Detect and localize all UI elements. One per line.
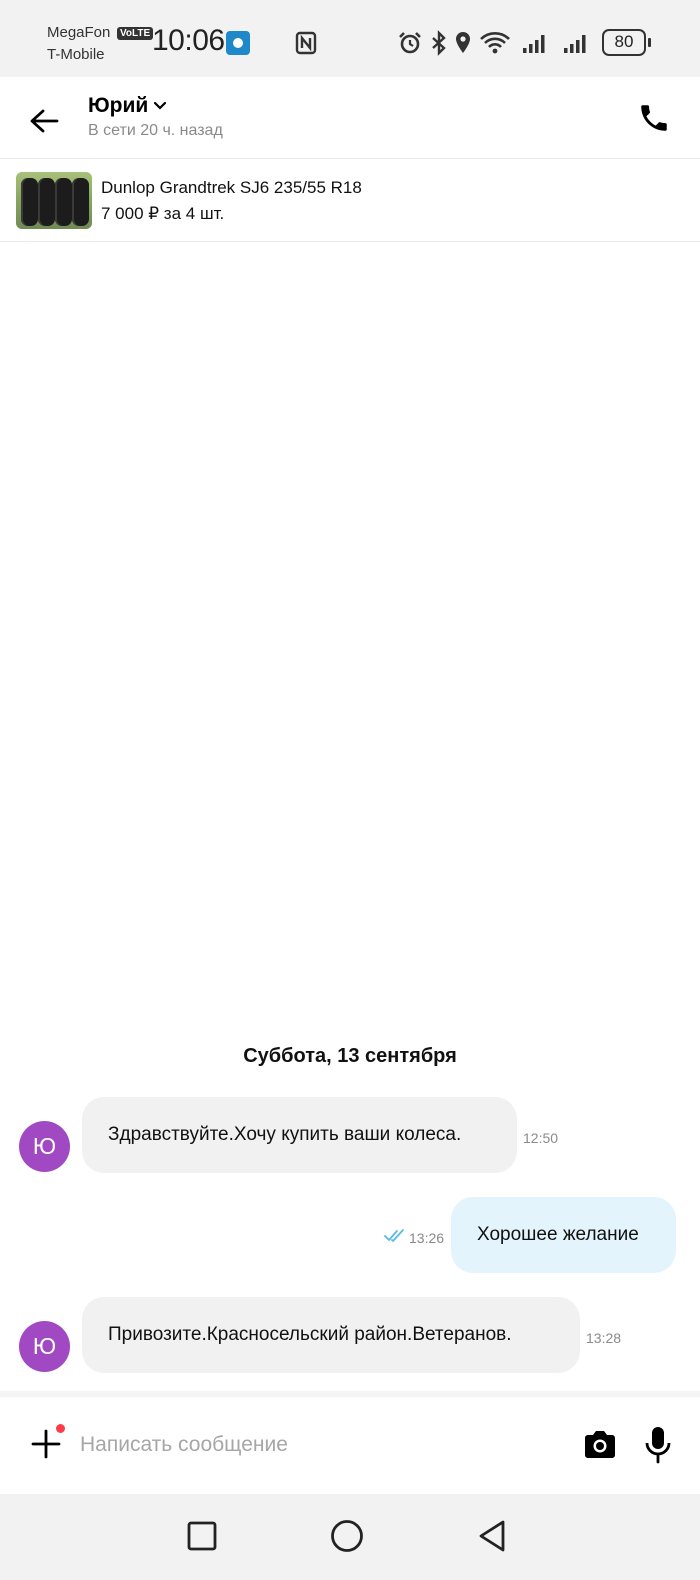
volte-badge: VoLTE (117, 27, 154, 40)
carrier-name-1: MegaFon (47, 24, 111, 41)
status-clock: 10:06 (152, 24, 225, 57)
carrier-name-2: T-Mobile (47, 46, 105, 63)
nfc-icon (295, 31, 317, 55)
avatar[interactable]: Ю (19, 1121, 70, 1172)
date-separator: Суббота, 13 сентября (243, 1045, 457, 1067)
message-text: Здравствуйте.Хочу купить ваши колеса. (108, 1124, 462, 1145)
listing-price: 7 000 ₽ за 4 шт. (101, 204, 225, 223)
back-nav-button[interactable] (470, 1514, 514, 1558)
camera-icon (585, 1431, 615, 1458)
signal-icon-2 (564, 35, 586, 53)
message-time: 13:28 (586, 1330, 622, 1346)
phone-icon (641, 105, 667, 131)
bluetooth-icon (432, 30, 446, 56)
call-button[interactable] (632, 96, 676, 140)
alarm-icon (399, 32, 421, 54)
wifi-icon (480, 32, 510, 54)
message-text: Привозите.Красносельский район.Ветеранов… (108, 1324, 512, 1345)
home-button[interactable] (325, 1514, 369, 1558)
arrow-left-icon (30, 109, 59, 133)
contact-status: В сети 20 ч. назад (88, 122, 223, 139)
system-nav-bar (0, 1494, 700, 1580)
status-bar: MegaFon VoLTE T-Mobile 10:06 80 (0, 0, 700, 77)
microphone-icon (645, 1427, 671, 1464)
chevron-down-icon[interactable] (152, 97, 168, 113)
message-time: 12:50 (523, 1130, 559, 1146)
avatar[interactable]: Ю (19, 1321, 70, 1372)
listing-card[interactable]: Dunlop Grandtrek SJ6 235/55 R18 7 000 ₽ … (0, 159, 700, 242)
camera-button[interactable] (580, 1425, 620, 1465)
weather-app-icon (226, 31, 250, 55)
contact-name[interactable]: Юрий (88, 94, 148, 118)
recent-apps-button[interactable] (180, 1514, 224, 1558)
microphone-button[interactable] (638, 1423, 678, 1467)
back-button[interactable] (22, 99, 66, 143)
signal-icon-1 (523, 35, 545, 53)
chat-header: Юрий В сети 20 ч. назад (0, 77, 700, 159)
message-text: Хорошее желание (477, 1224, 639, 1245)
message-composer (0, 1391, 700, 1494)
notification-dot (54, 1422, 67, 1435)
message-bubble-outgoing[interactable]: Хорошее желание (451, 1197, 676, 1273)
circle-icon (331, 1520, 363, 1552)
triangle-back-icon (479, 1520, 505, 1552)
location-icon (456, 32, 470, 53)
read-ticks-icon (384, 1229, 404, 1242)
message-bubble-incoming[interactable]: Привозите.Красносельский район.Ветеранов… (82, 1297, 580, 1373)
listing-title: Dunlop Grandtrek SJ6 235/55 R18 (101, 178, 362, 197)
message-input[interactable] (80, 1425, 560, 1465)
square-icon (187, 1521, 217, 1551)
listing-thumbnail (16, 172, 92, 229)
message-time: 13:26 (409, 1230, 445, 1246)
message-bubble-incoming[interactable]: Здравствуйте.Хочу купить ваши колеса. (82, 1097, 517, 1173)
battery-indicator: 80 (602, 29, 651, 56)
